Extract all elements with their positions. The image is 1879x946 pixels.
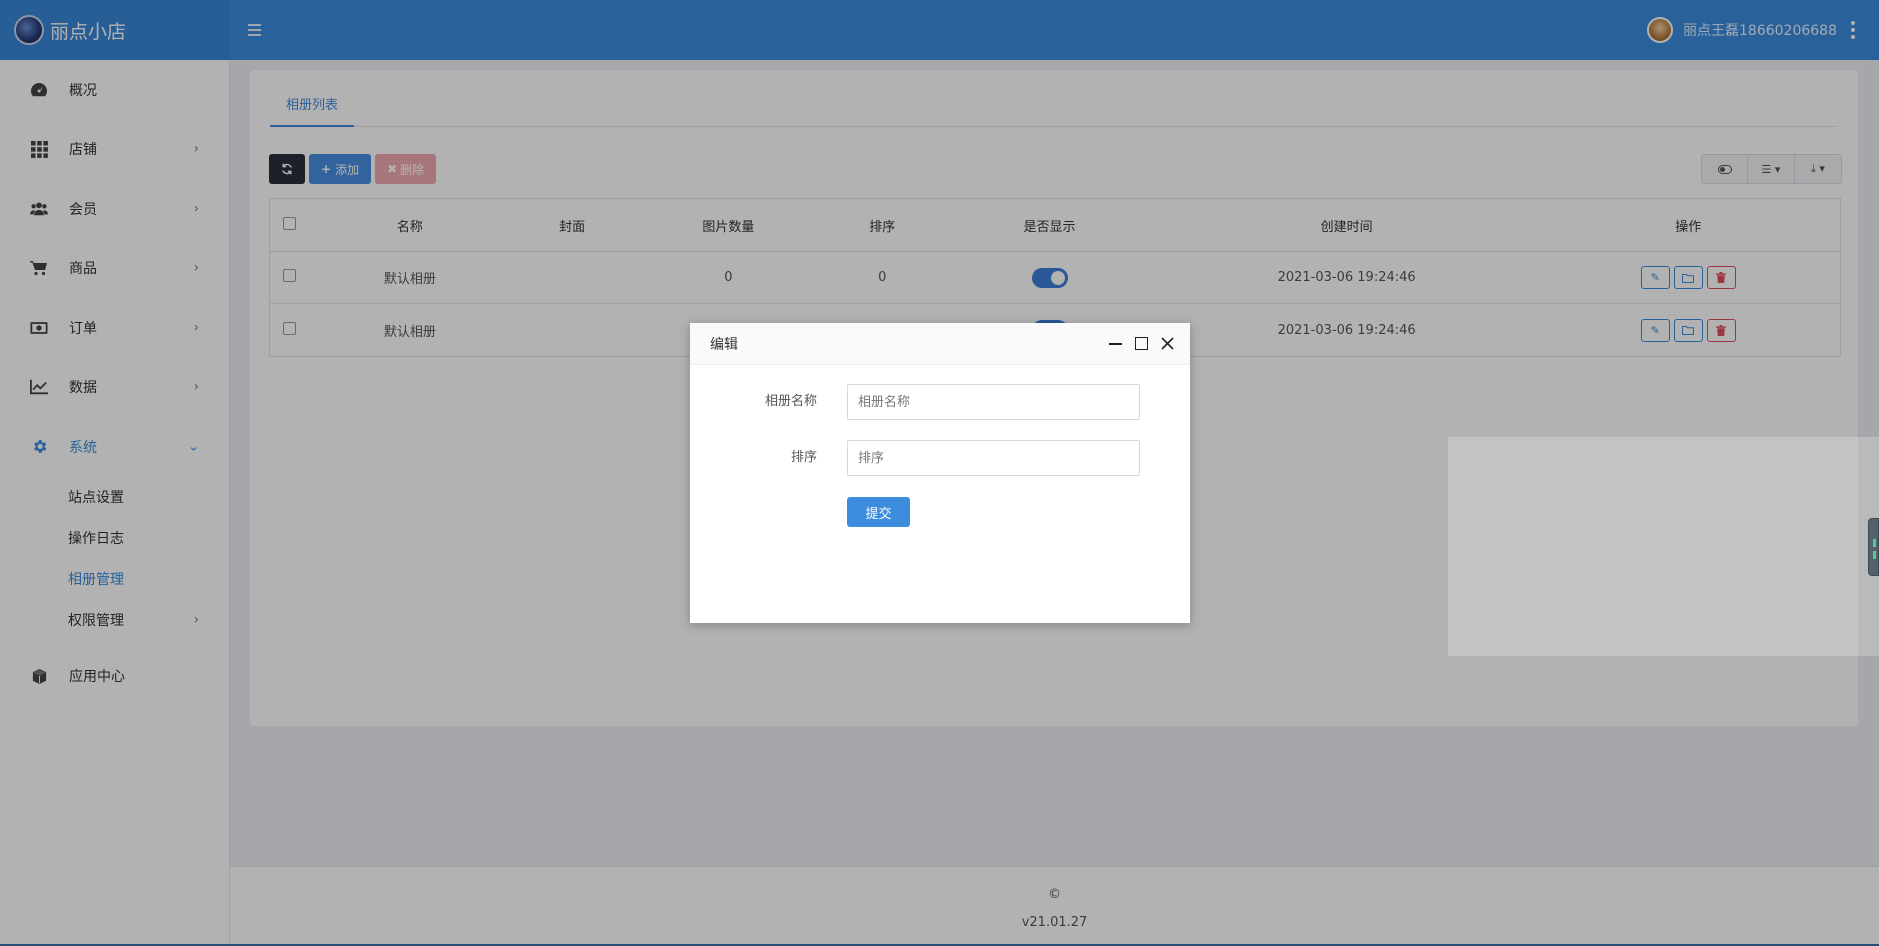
album-name-input[interactable] [847, 384, 1140, 420]
dialog-header: 编辑 [690, 323, 1190, 365]
dialog-title: 编辑 [710, 336, 738, 353]
edit-dialog: 编辑 相册名称 排序 提交 [690, 323, 1190, 623]
maximize-icon[interactable] [1134, 337, 1148, 351]
form-row-sort: 排序 [690, 440, 1190, 476]
form-row-album-name: 相册名称 [690, 384, 1190, 420]
field-label: 相册名称 [764, 394, 817, 409]
close-icon[interactable] [1160, 337, 1174, 351]
minimize-icon[interactable] [1108, 337, 1122, 351]
dialog-controls [1108, 337, 1190, 351]
side-drawer-handle[interactable] [1868, 518, 1879, 576]
sort-input[interactable] [847, 440, 1140, 476]
submit-button[interactable]: 提交 [847, 497, 910, 527]
background-panel [1448, 437, 1879, 656]
field-label: 排序 [790, 450, 817, 465]
